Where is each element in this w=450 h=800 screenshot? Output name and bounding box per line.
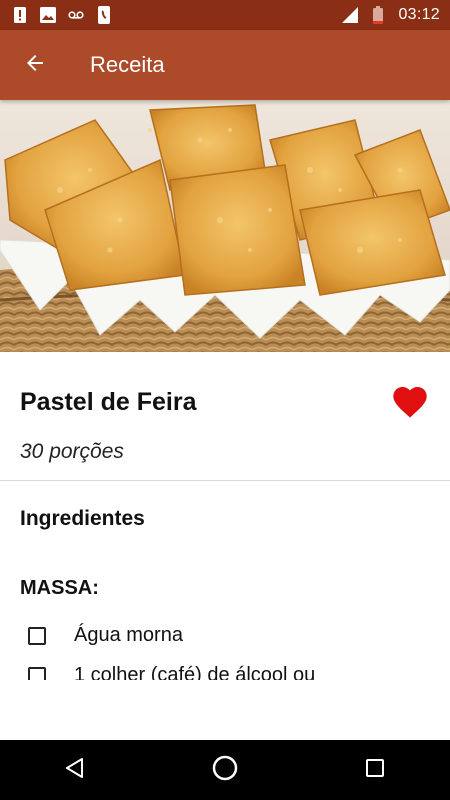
back-triangle-icon bbox=[64, 757, 86, 784]
ingredient-item[interactable]: Água morna bbox=[28, 624, 183, 647]
favorite-heart-icon[interactable] bbox=[390, 382, 430, 422]
arrow-back-icon bbox=[23, 51, 47, 80]
divider bbox=[0, 480, 450, 481]
nav-home-button[interactable] bbox=[195, 740, 255, 800]
signal-icon bbox=[342, 7, 359, 23]
home-circle-icon bbox=[211, 754, 239, 787]
ingredient-checkbox[interactable] bbox=[28, 626, 46, 645]
system-nav-bar bbox=[0, 740, 450, 800]
alert-icon bbox=[12, 7, 28, 23]
nav-recents-button[interactable] bbox=[345, 740, 405, 800]
nav-back-button[interactable] bbox=[45, 740, 105, 800]
ingredient-group-title: MASSA: bbox=[20, 577, 99, 599]
status-bar: 03:12 bbox=[0, 0, 450, 30]
recents-square-icon bbox=[364, 757, 386, 784]
recipe-title: Pastel de Feira bbox=[20, 387, 197, 416]
phone-icon bbox=[96, 6, 112, 24]
ingredient-checkbox[interactable] bbox=[28, 666, 46, 680]
battery-icon bbox=[370, 6, 386, 24]
voicemail-icon bbox=[68, 7, 84, 23]
status-time: 03:12 bbox=[398, 6, 440, 23]
image-icon bbox=[40, 7, 56, 23]
ingredient-text: Água morna bbox=[74, 624, 183, 646]
recipe-photo bbox=[0, 100, 450, 352]
app-bar: Receita bbox=[0, 30, 450, 100]
ingredient-text: 1 colher (café) de álcool ou bbox=[74, 664, 316, 680]
recipe-content[interactable]: Pastel de Feira 30 porções Ingredientes … bbox=[0, 352, 450, 680]
ingredients-heading: Ingredientes bbox=[20, 507, 145, 530]
recipe-header: Pastel de Feira bbox=[20, 382, 430, 422]
ingredient-item[interactable]: 1 colher (café) de álcool ou bbox=[28, 664, 315, 680]
notification-icons bbox=[12, 6, 112, 24]
recipe-servings: 30 porções bbox=[20, 440, 124, 463]
back-button[interactable] bbox=[0, 30, 70, 100]
app-bar-title: Receita bbox=[90, 52, 165, 77]
system-icons: 03:12 bbox=[342, 6, 440, 24]
